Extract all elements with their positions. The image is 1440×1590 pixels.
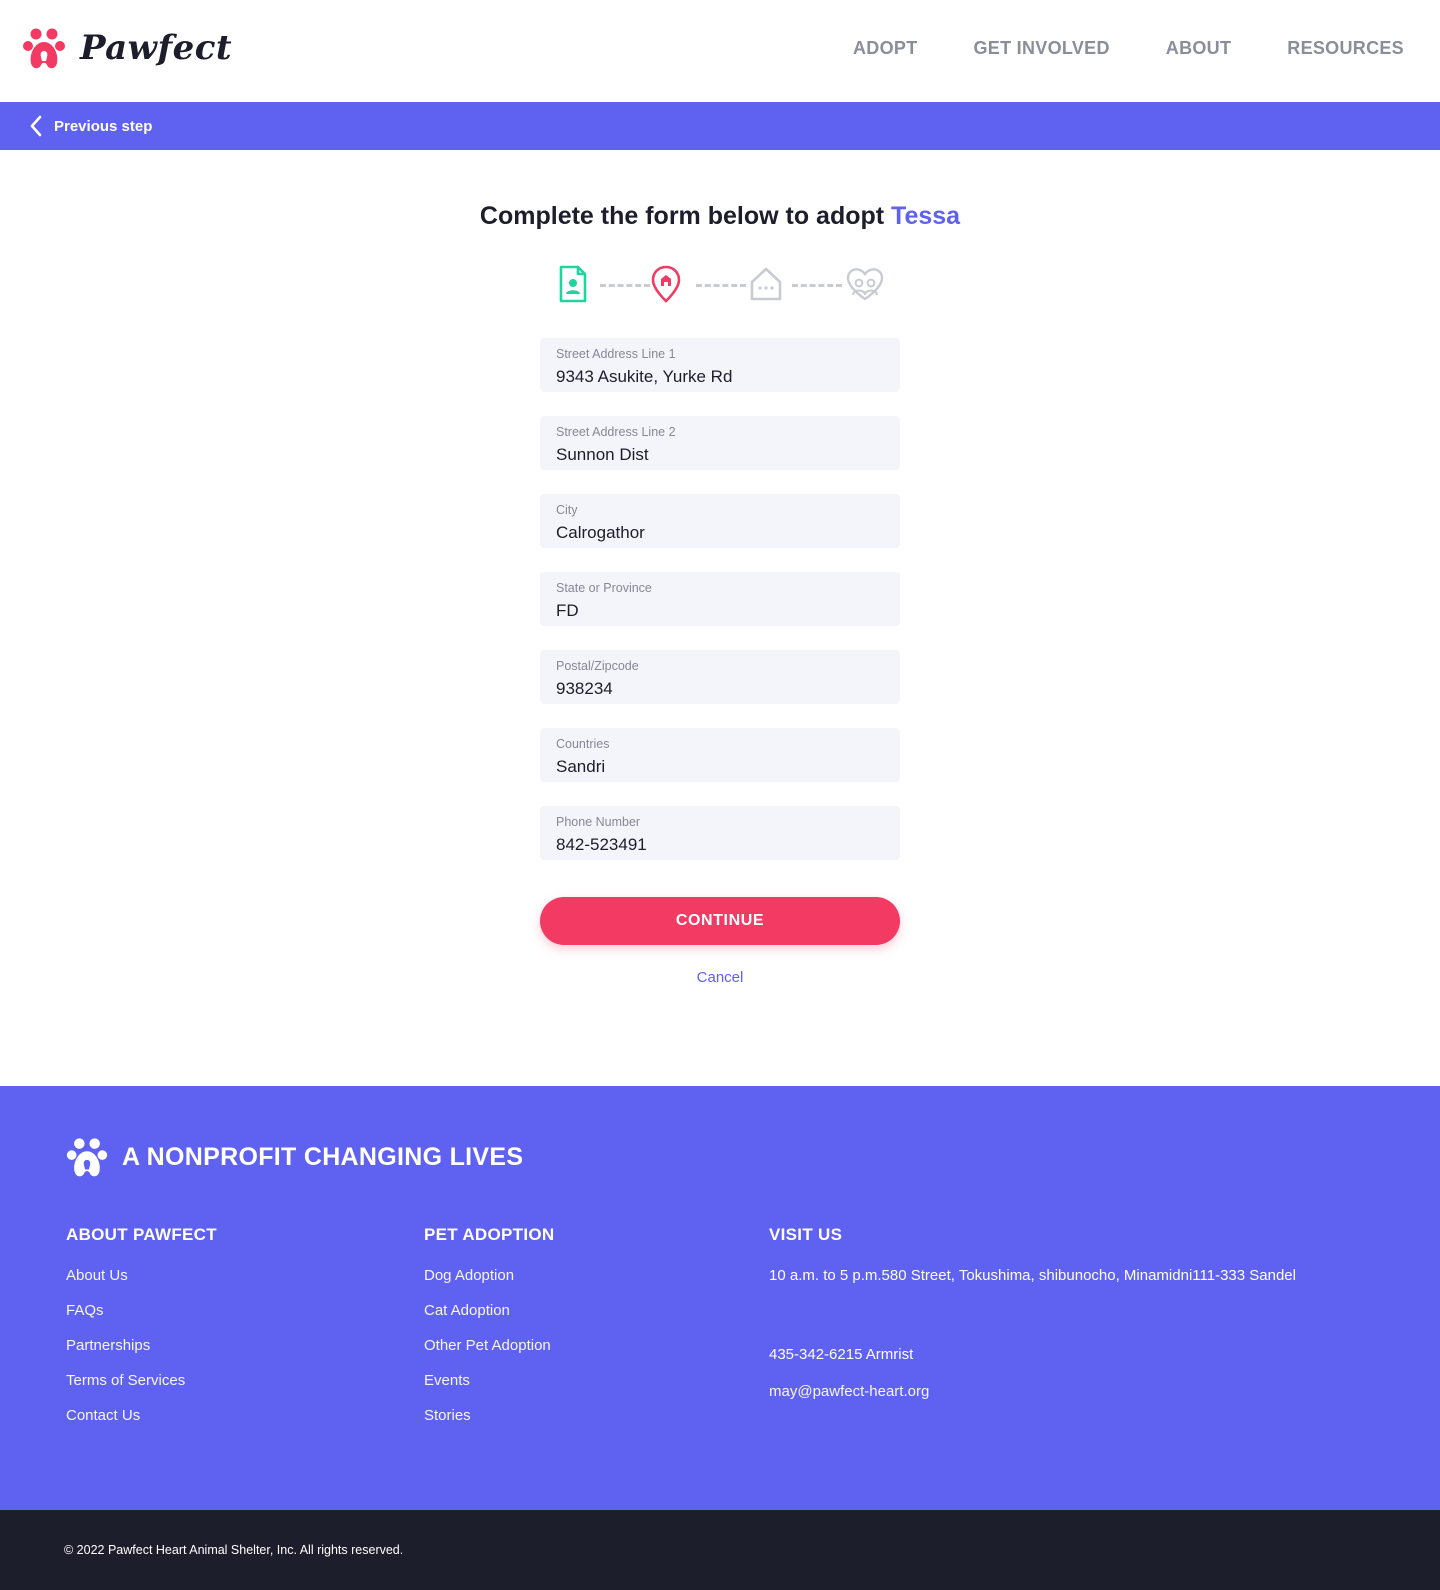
- contact-card-icon: [559, 265, 587, 303]
- footer-heading: VISIT US: [769, 1225, 843, 1244]
- footer-heading: ABOUT PAWFECT: [66, 1225, 217, 1244]
- nav-item-get-involved[interactable]: GET INVOLVED: [973, 38, 1109, 59]
- state-province-field: State or Province: [540, 572, 900, 626]
- footer-link-stories[interactable]: Stories: [424, 1407, 554, 1424]
- footer-link-faqs[interactable]: FAQs: [66, 1302, 217, 1319]
- title-prefix: Complete the form below to adopt: [479, 202, 885, 230]
- footer-link-cat-adoption[interactable]: Cat Adoption: [424, 1302, 554, 1319]
- chevron-left-icon: [30, 115, 42, 137]
- cancel-link[interactable]: Cancel: [540, 969, 900, 986]
- field-label: State or Province: [556, 581, 652, 595]
- footer-link-other-pet-adoption[interactable]: Other Pet Adoption: [424, 1337, 554, 1354]
- phone-number-field: Phone Number: [540, 806, 900, 860]
- copyright-text: © 2022 Pawfect Heart Animal Shelter, Inc…: [64, 1543, 404, 1557]
- nav-item-resources[interactable]: RESOURCES: [1287, 38, 1404, 59]
- field-label: Street Address Line 1: [556, 347, 676, 361]
- previous-step-button[interactable]: Previous step: [0, 102, 1440, 150]
- footer-col-visit: VISIT US 10 a.m. to 5 p.m.580 Street, To…: [769, 1225, 1296, 1418]
- site-header: Pawfect ADOPT GET INVOLVED ABOUT RESOURC…: [0, 0, 1440, 102]
- logo-link[interactable]: Pawfect: [20, 24, 232, 72]
- state-province-input[interactable]: [556, 601, 884, 621]
- location-pin-icon: [651, 265, 681, 303]
- field-label: Postal/Zipcode: [556, 659, 639, 673]
- visit-email-link[interactable]: may@pawfect-heart.org: [769, 1383, 1296, 1400]
- countries-input[interactable]: [556, 757, 884, 777]
- step-connector: [792, 284, 842, 287]
- house-icon: [750, 267, 782, 301]
- field-label: Street Address Line 2: [556, 425, 676, 439]
- footer-link-about-us[interactable]: About Us: [66, 1267, 217, 1284]
- city-input[interactable]: [556, 523, 884, 543]
- street-address-line-1-input[interactable]: [556, 367, 884, 387]
- street-address-line-1-field: Street Address Line 1: [540, 338, 900, 392]
- continue-button[interactable]: CONTINUE: [540, 897, 900, 945]
- visit-phone: 435-342-6215 Armrist: [769, 1346, 914, 1363]
- visit-address: 10 a.m. to 5 p.m.580 Street, Tokushima, …: [769, 1267, 1296, 1284]
- footer-heading: PET ADOPTION: [424, 1225, 555, 1244]
- postal-zipcode-field: Postal/Zipcode: [540, 650, 900, 704]
- postal-zipcode-input[interactable]: [556, 679, 884, 699]
- footer-col-about: ABOUT PAWFECT About Us FAQs Partnerships…: [66, 1225, 217, 1442]
- brand-name: Pawfect: [80, 28, 233, 68]
- city-field: City: [540, 494, 900, 548]
- step-connector: [600, 284, 650, 287]
- phone-number-input[interactable]: [556, 835, 884, 855]
- nav-item-about[interactable]: ABOUT: [1166, 38, 1232, 59]
- page-title: Complete the form below to adopt Tessa: [0, 202, 1440, 231]
- step-connector: [696, 284, 746, 287]
- step-indicator: [556, 264, 886, 308]
- footer-link-dog-adoption[interactable]: Dog Adoption: [424, 1267, 554, 1284]
- field-label: City: [556, 503, 578, 517]
- street-address-line-2-field: Street Address Line 2: [540, 416, 900, 470]
- footer-col-adoption: PET ADOPTION Dog Adoption Cat Adoption O…: [424, 1225, 554, 1442]
- tagline-text: A NONPROFIT CHANGING LIVES: [122, 1142, 524, 1171]
- street-address-line-2-input[interactable]: [556, 445, 884, 465]
- site-footer: A NONPROFIT CHANGING LIVES ABOUT PAWFECT…: [0, 1086, 1440, 1510]
- footer-link-contact-us[interactable]: Contact Us: [66, 1407, 217, 1424]
- pet-name: Tessa: [891, 202, 961, 230]
- copyright-bar: © 2022 Pawfect Heart Animal Shelter, Inc…: [0, 1510, 1440, 1590]
- footer-tagline: A NONPROFIT CHANGING LIVES: [64, 1134, 523, 1180]
- footer-link-terms[interactable]: Terms of Services: [66, 1372, 217, 1389]
- family-icon: [846, 268, 884, 301]
- field-label: Countries: [556, 737, 610, 751]
- nav-item-adopt[interactable]: ADOPT: [853, 38, 918, 59]
- field-label: Phone Number: [556, 815, 641, 829]
- paw-logo-icon: [23, 28, 65, 69]
- countries-field: Countries: [540, 728, 900, 782]
- main-nav: ADOPT GET INVOLVED ABOUT RESOURCES: [797, 38, 1404, 59]
- previous-step-label: Previous step: [54, 117, 153, 135]
- paw-logo-icon: [66, 1138, 108, 1177]
- footer-link-events[interactable]: Events: [424, 1372, 554, 1389]
- footer-link-partnerships[interactable]: Partnerships: [66, 1337, 217, 1354]
